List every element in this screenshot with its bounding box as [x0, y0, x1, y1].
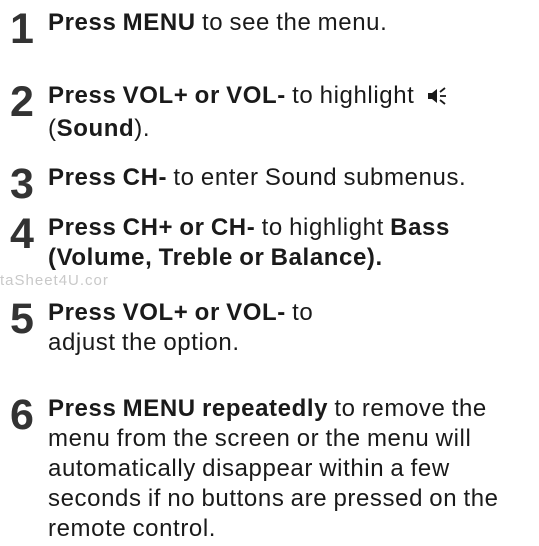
- step-description: to enter Sound submenus.: [167, 164, 467, 191]
- step-action: Press CH+ or CH-: [48, 214, 256, 241]
- step-highlight: Sound: [56, 115, 135, 142]
- step-2: 2 Press VOL+ or VOL- to highlight (Sound…: [10, 81, 535, 144]
- step-number: 5: [10, 295, 34, 343]
- step-number: 6: [10, 391, 34, 439]
- step-action: Press CH-: [48, 164, 168, 191]
- step-text: Press CH- to enter Sound submenus.: [48, 163, 535, 193]
- step-description: ).: [366, 244, 383, 271]
- step-number: 3: [10, 160, 34, 208]
- step-action: Press MENU: [48, 9, 196, 36]
- step-description: to see the menu.: [195, 9, 388, 36]
- step-description: ).: [134, 115, 151, 142]
- step-text: Press VOL+ or VOL- to adjust the option.: [48, 298, 378, 358]
- step-text: Press MENU repeatedly to remove the menu…: [48, 394, 535, 544]
- step-number: 1: [10, 5, 34, 53]
- step-description: to highlight: [255, 214, 391, 241]
- step-action: Press VOL+ or VOL-: [48, 82, 286, 109]
- step-description: to highlight: [285, 82, 421, 109]
- speaker-icon: [425, 84, 447, 114]
- step-text: Press CH+ or CH- to highlight Bass (Volu…: [48, 213, 535, 273]
- step-text: Press VOL+ or VOL- to highlight (Sound).: [48, 81, 535, 144]
- step-description: (: [48, 115, 57, 142]
- step-number: 4: [10, 210, 34, 258]
- step-action: Press MENU repeatedly: [48, 395, 329, 422]
- step-4: 4 Press CH+ or CH- to highlight Bass (Vo…: [10, 213, 535, 273]
- step-6: 6 Press MENU repeatedly to remove the me…: [10, 394, 535, 544]
- watermark: taSheet4U.cor: [0, 272, 109, 289]
- step-3: 3 Press CH- to enter Sound submenus.: [10, 163, 535, 206]
- step-text: Press MENU to see the menu.: [48, 8, 535, 38]
- step-number: 2: [10, 78, 34, 126]
- step-5: 5 Press VOL+ or VOL- to adjust the optio…: [10, 298, 535, 358]
- step-action: Press VOL+ or VOL-: [48, 299, 286, 326]
- step-1: 1 Press MENU to see the menu.: [10, 8, 535, 51]
